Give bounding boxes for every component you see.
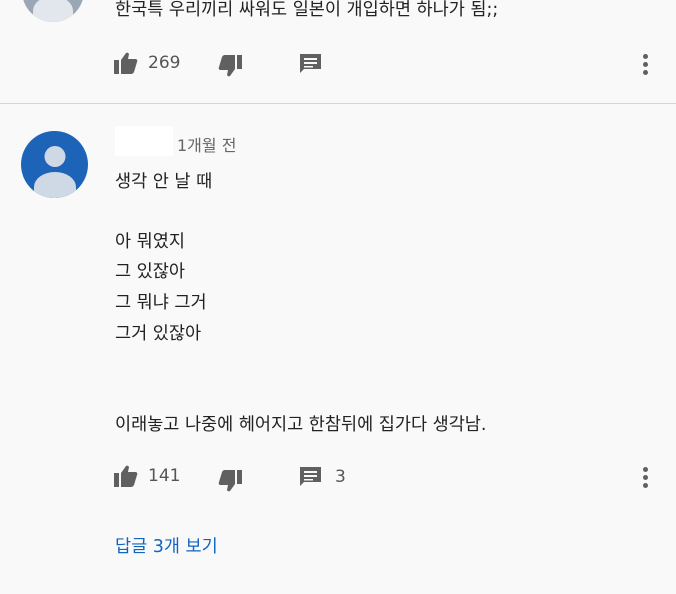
comment-timestamp: 1개월 전 <box>177 136 237 155</box>
comment-line: 그 뭐냐 그거 <box>115 293 207 313</box>
comment-line: 생각 안 날 때 <box>115 172 213 192</box>
author-name-redacted[interactable] <box>115 126 173 156</box>
comment-text: 한국특 우리끼리 싸워도 일본이 개입하면 하나가 됨;; <box>115 0 499 20</box>
thumbs-down-icon <box>218 55 242 77</box>
more-vert-icon <box>643 54 649 75</box>
avatar[interactable] <box>22 0 84 22</box>
divider <box>0 103 676 104</box>
comment-line: 이래놓고 나중에 헤어지고 한참뒤에 집가다 생각남. <box>115 415 487 435</box>
more-vert-icon <box>643 467 649 488</box>
avatar-head <box>44 146 65 167</box>
reply-button[interactable]: 3 <box>300 467 346 487</box>
more-options-button[interactable] <box>643 467 649 491</box>
reply-count: 3 <box>335 467 346 487</box>
dislike-button[interactable] <box>218 470 242 492</box>
like-count: 141 <box>148 466 181 486</box>
more-options-button[interactable] <box>643 54 649 78</box>
like-button[interactable]: 141 <box>114 465 180 487</box>
thumbs-up-icon <box>114 52 138 74</box>
dislike-button[interactable] <box>218 55 242 77</box>
comment-icon <box>300 54 321 74</box>
comment-line: 그거 있잖아 <box>115 324 202 344</box>
avatar-silhouette <box>33 172 76 198</box>
comment-icon <box>300 467 321 487</box>
thumbs-up-icon <box>114 465 138 487</box>
avatar-silhouette <box>33 0 73 22</box>
avatar[interactable] <box>21 131 88 198</box>
comment-line: 그 있잖아 <box>115 262 185 282</box>
like-count: 269 <box>148 53 181 73</box>
like-button[interactable]: 269 <box>114 52 180 74</box>
view-replies-link[interactable]: 답글 3개 보기 <box>115 533 218 558</box>
reply-button[interactable] <box>300 54 321 74</box>
thumbs-down-icon <box>218 470 242 492</box>
comment-line: 아 뭐였지 <box>115 232 185 252</box>
